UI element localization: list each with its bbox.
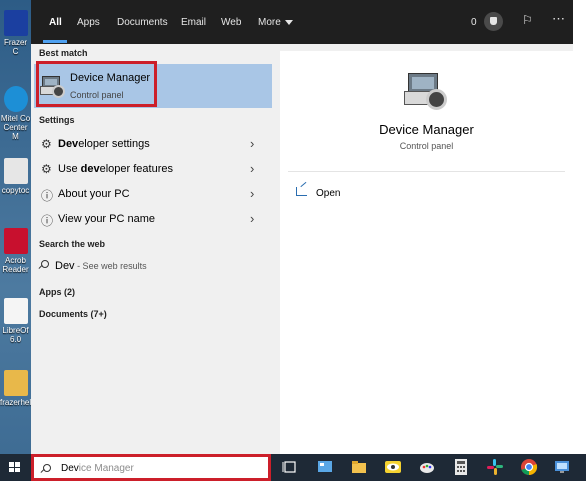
desktop-icon-copytoc[interactable]: copytoc [0, 158, 31, 195]
web-results-hint: - See web results [74, 261, 147, 271]
settings-heading: Settings [39, 115, 75, 125]
more-options-icon[interactable]: ⋯ [552, 11, 565, 27]
desktop-icon-label: LibreOf 6.0 [2, 326, 29, 344]
settings-item-developer-settings[interactable]: ⚙ Developer settings › [31, 132, 272, 157]
chevron-right-icon: › [250, 136, 255, 151]
rewards-trophy-icon[interactable] [484, 12, 503, 31]
tab-web[interactable]: Web [221, 17, 241, 28]
settings-item-label: About your PC [58, 188, 130, 200]
preview-subtitle: Control panel [399, 141, 454, 151]
info-icon: ⓘ [41, 189, 54, 203]
taskbar-search-box[interactable]: Device Manager [31, 454, 271, 481]
task-view-icon[interactable] [281, 458, 299, 476]
desktop-icon-acrobat[interactable]: Acrob Reader [0, 228, 31, 274]
tab-documents[interactable]: Documents [117, 17, 168, 28]
documents-group-heading[interactable]: Documents (7+) [39, 309, 107, 319]
search-icon [41, 464, 51, 474]
search-query: Device Manager [61, 463, 134, 474]
settings-item-label: Developer settings [58, 138, 150, 150]
settings-item-pc-name[interactable]: ⓘ View your PC name › [31, 207, 272, 232]
chevron-down-icon [284, 19, 293, 25]
settings-item-about-pc[interactable]: ⓘ About your PC › [31, 182, 272, 207]
desktop-icon-frazerhelp[interactable]: frazerhel [0, 370, 31, 407]
chevron-right-icon: › [250, 211, 255, 226]
open-label: Open [316, 188, 341, 199]
search-filter-bar: All Apps Documents Email Web More 0 ⚐ ⋯ [31, 0, 573, 44]
desktop-icon-label: Mitel Co Center M [0, 114, 31, 141]
settings-item-label: Use developer features [58, 163, 173, 175]
file-explorer-icon[interactable] [350, 458, 368, 476]
libreoffice-icon [3, 298, 28, 324]
web-heading: Search the web [39, 239, 106, 249]
start-button[interactable] [0, 454, 31, 481]
search-icon [39, 260, 49, 270]
device-manager-large-icon [404, 73, 448, 113]
settings-item-label: View your PC name [58, 213, 156, 225]
desktop-icon-frazer[interactable]: Frazer C [0, 10, 31, 56]
tab-email[interactable]: Email [181, 17, 206, 28]
desktop-icon-label: Frazer C [3, 38, 28, 56]
preview-title: Device Manager [379, 122, 474, 137]
highlight-outline [36, 61, 157, 107]
chevron-right-icon: › [250, 161, 255, 176]
preview-pane: Device Manager Control panel Open [280, 51, 573, 454]
file-icon [3, 158, 28, 184]
windows-logo-icon [9, 462, 21, 473]
open-icon [296, 187, 307, 196]
apps-group-heading[interactable]: Apps (2) [39, 287, 75, 297]
web-search-item[interactable]: Dev - See web results [39, 260, 147, 272]
remote-desktop-icon[interactable] [553, 458, 571, 476]
settings-item-developer-features[interactable]: ⚙ Use developer features › [31, 157, 272, 182]
frazer-icon [3, 10, 28, 36]
desktop-icon-mitel[interactable]: Mitel Co Center M [0, 86, 31, 141]
paint-app-icon[interactable] [418, 458, 436, 476]
tab-more[interactable]: More [258, 17, 293, 28]
background-window-edge [573, 0, 586, 455]
taskbar: Device Manager [0, 454, 586, 481]
tab-more-label: More [258, 17, 281, 28]
chrome-icon[interactable] [520, 458, 538, 476]
start-search-panel: All Apps Documents Email Web More 0 ⚐ ⋯ … [31, 0, 573, 454]
tab-apps[interactable]: Apps [77, 17, 100, 28]
slack-icon[interactable] [486, 458, 504, 476]
gear-icon: ⚙ [41, 162, 52, 176]
desktop-icon-label: frazerhel [0, 398, 31, 407]
reward-count: 0 [471, 17, 477, 28]
desktop-icon-label: copytoc [1, 186, 30, 195]
desktop-icon-libreoffice[interactable]: LibreOf 6.0 [0, 298, 31, 344]
tab-all[interactable]: All [49, 17, 62, 28]
info-icon: ⓘ [41, 214, 54, 228]
divider [288, 171, 565, 172]
eye-app-icon[interactable] [384, 458, 402, 476]
folder-icon [3, 370, 28, 396]
mitel-icon [3, 86, 28, 112]
feedback-icon[interactable]: ⚐ [522, 13, 533, 27]
acrobat-icon [3, 228, 28, 254]
active-tab-indicator [43, 40, 67, 43]
results-list: Best match Device Manager Control panel … [31, 44, 272, 454]
calculator-icon[interactable] [452, 458, 470, 476]
web-query: Dev [55, 260, 75, 272]
chevron-right-icon: › [250, 186, 255, 201]
gear-icon: ⚙ [41, 137, 52, 151]
control-panel-icon[interactable] [316, 458, 334, 476]
desktop-icon-label: Acrob Reader [2, 256, 29, 274]
best-match-heading: Best match [39, 48, 88, 58]
